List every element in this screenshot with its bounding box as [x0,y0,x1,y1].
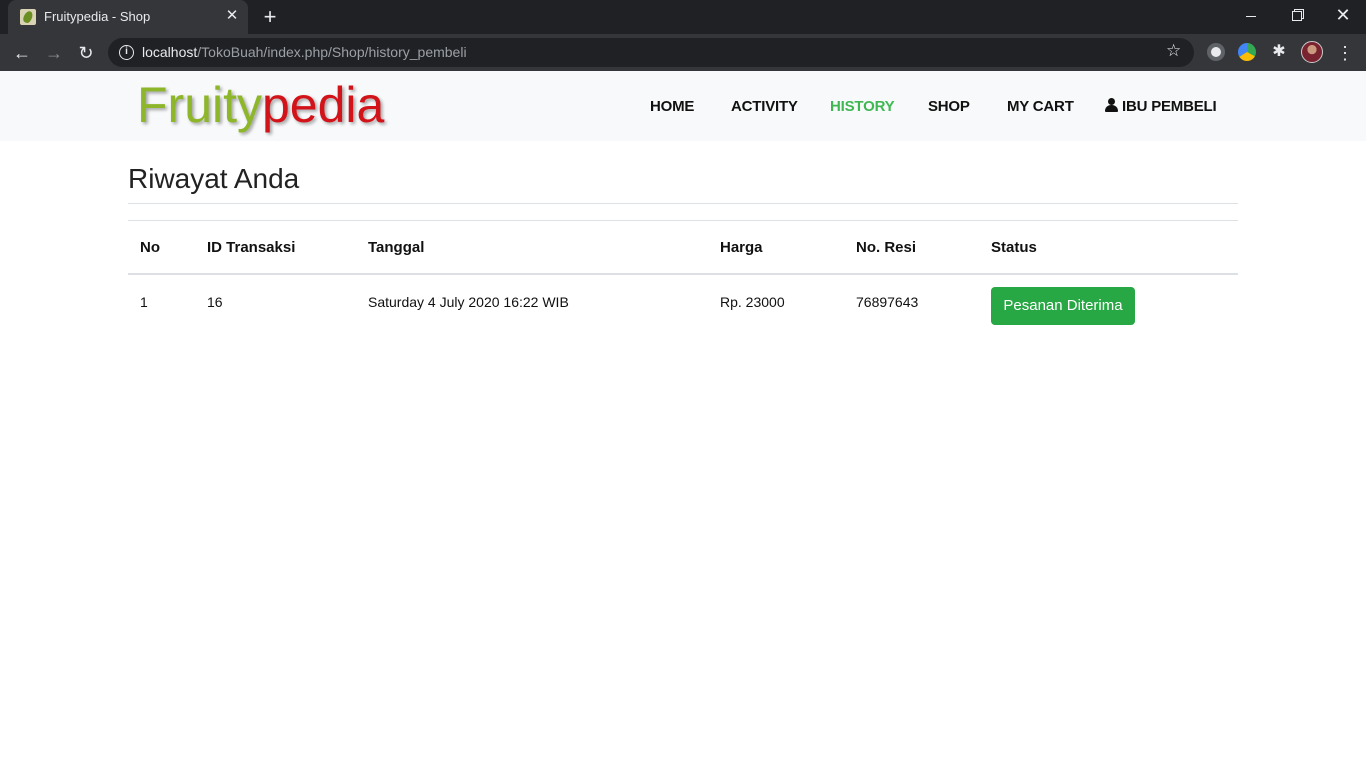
puzzle-icon[interactable]: ✱ [1270,43,1288,61]
address-bar[interactable]: i localhost/TokoBuah/index.php/Shop/hist… [108,38,1194,67]
header-no: No [140,239,160,256]
browser-tab-bar: Fruitypedia - Shop ✕ + ✕ [0,0,1366,34]
header-status: Status [991,239,1037,256]
close-icon[interactable]: ✕ [224,8,240,24]
browser-toolbar: ← → ↻ i localhost/TokoBuah/index.php/Sho… [0,34,1366,71]
page-title: Riwayat Anda [128,163,300,194]
nav-history[interactable]: HISTORY [830,98,895,115]
window-close-button[interactable]: ✕ [1320,0,1366,30]
header-divider [128,273,1238,275]
table-top-border [128,220,1238,221]
url-text[interactable]: localhost/TokoBuah/index.php/Shop/histor… [142,44,467,60]
nav-my-cart[interactable]: MY CART [1007,98,1074,115]
brand-part1: Fruity [137,77,262,133]
cell-date: Saturday 4 July 2020 16:22 WIB [368,294,569,310]
url-host: localhost [142,44,198,60]
more-vert-icon[interactable]: ⋮ [1336,39,1354,67]
info-icon[interactable]: i [119,45,134,60]
browser-tab[interactable]: Fruitypedia - Shop ✕ [8,0,248,34]
brand-part2: pedia [262,77,385,133]
site-navbar: Fruitypedia HOME ACTIVITY HISTORY SHOP M… [0,71,1366,141]
header-transaction-id: ID Transaksi [207,239,296,256]
cell-transaction-id: 16 [207,294,223,310]
brand-logo[interactable]: Fruitypedia [137,77,384,133]
nav-activity[interactable]: ACTIVITY [731,98,798,115]
avatar[interactable] [1301,41,1323,63]
plus-icon[interactable]: + [258,5,282,29]
back-icon[interactable]: ← [8,39,36,67]
user-icon [1105,98,1118,112]
user-name: IBU PEMBELI [1122,98,1217,115]
cell-price: Rp. 23000 [720,294,785,310]
header-receipt-number: No. Resi [856,239,917,256]
order-received-button[interactable]: Pesanan Diterima [991,287,1135,325]
forward-icon[interactable]: → [40,39,68,67]
restore-button[interactable] [1274,0,1320,30]
star-icon[interactable]: ☆ [1166,41,1181,61]
nav-user-menu[interactable]: IBU PEMBELI [1105,98,1217,115]
reload-icon[interactable]: ↻ [72,39,100,67]
url-path: /TokoBuah/index.php/Shop/history_pembeli [197,44,467,60]
nav-home[interactable]: HOME [650,98,694,115]
header-price: Harga [720,239,763,256]
cell-receipt-number: 76897643 [856,294,919,310]
tab-title: Fruitypedia - Shop [44,9,151,24]
site-favicon-icon [20,9,36,25]
extension-icon[interactable] [1238,43,1256,61]
minimize-button[interactable] [1228,0,1274,30]
extension-icon[interactable] [1207,43,1225,61]
cell-no: 1 [140,294,148,310]
divider [128,203,1238,204]
header-date: Tanggal [368,239,425,256]
nav-shop[interactable]: SHOP [928,98,970,115]
